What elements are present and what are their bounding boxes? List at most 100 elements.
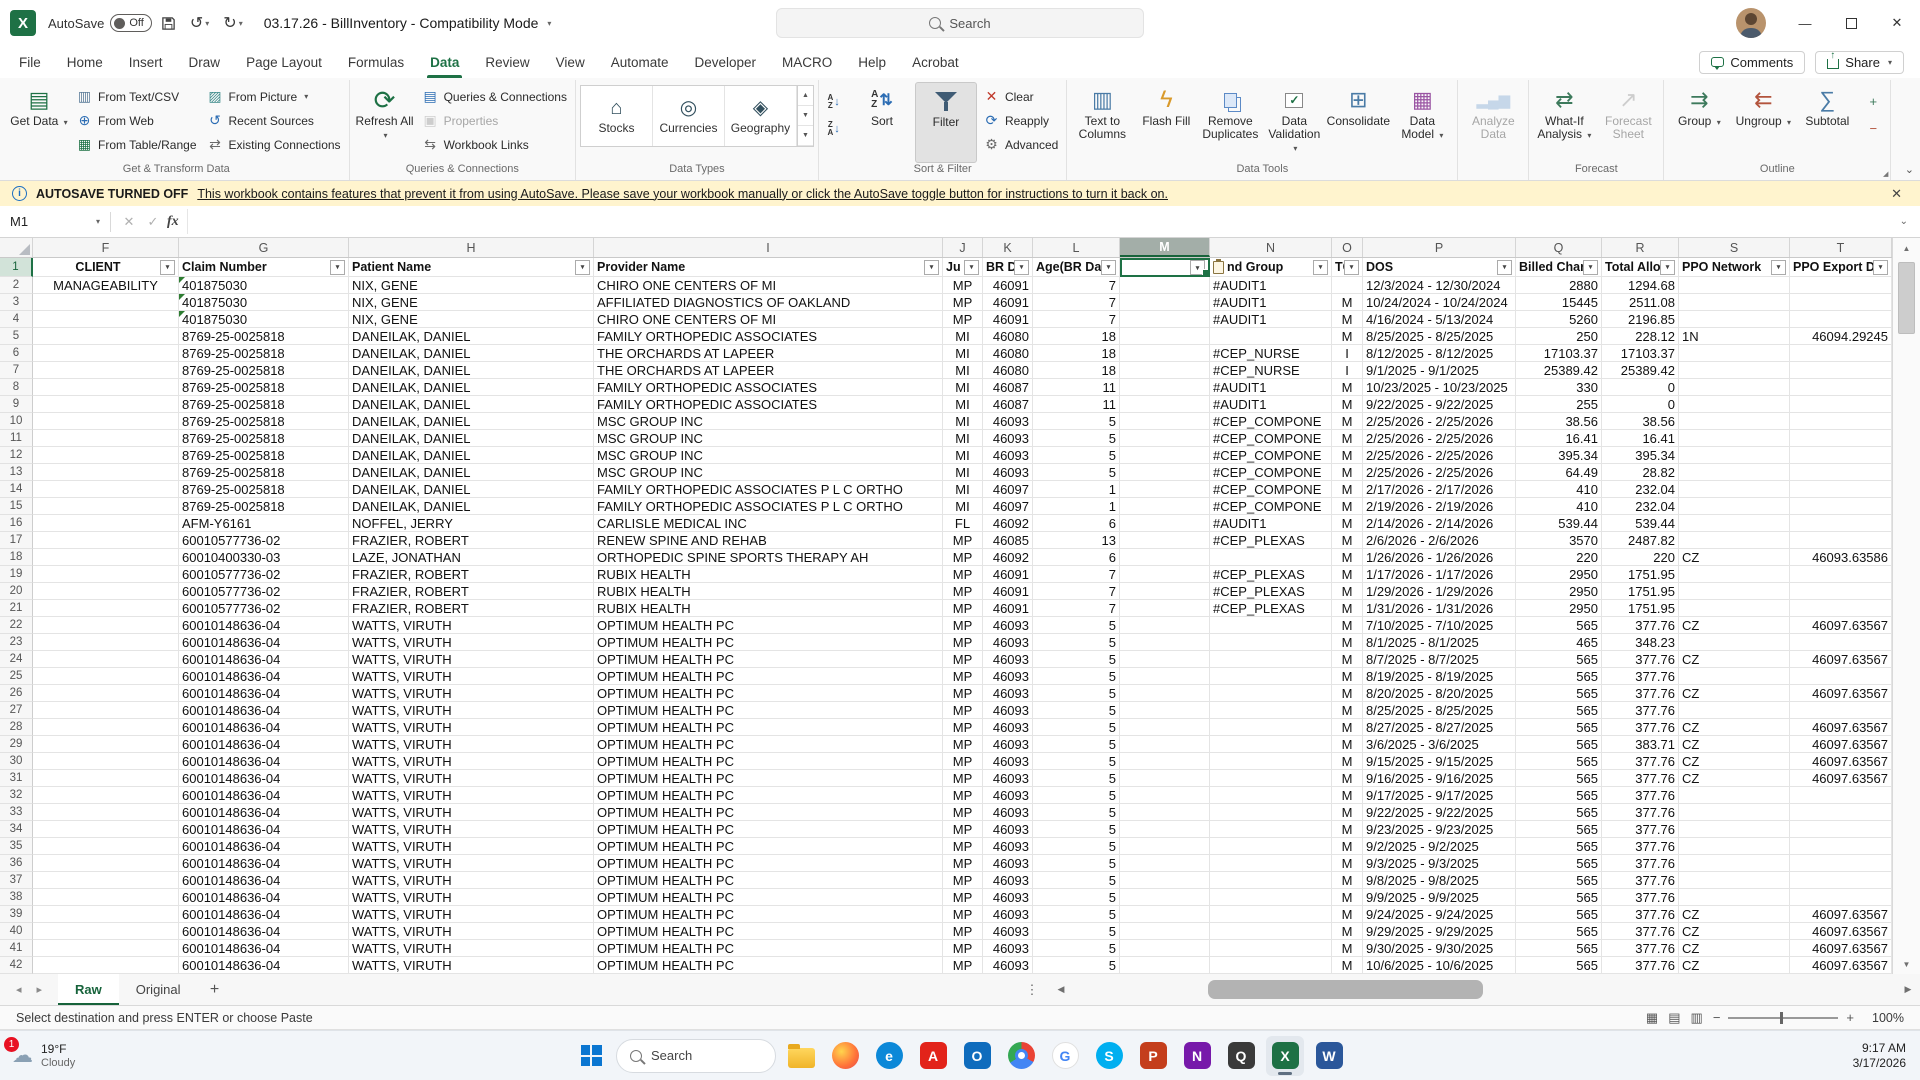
- cell-R42[interactable]: 377.76: [1602, 957, 1679, 974]
- cell-N24[interactable]: [1210, 651, 1332, 668]
- cell-K39[interactable]: 46093: [983, 906, 1033, 923]
- cell-I42[interactable]: OPTIMUM HEALTH PC: [594, 957, 943, 974]
- cell-K31[interactable]: 46093: [983, 770, 1033, 787]
- cell-R30[interactable]: 377.76: [1602, 753, 1679, 770]
- cell-R17[interactable]: 2487.82: [1602, 532, 1679, 549]
- cell-P26[interactable]: 8/20/2025 - 8/20/2025: [1363, 685, 1516, 702]
- tab-page-layout[interactable]: Page Layout: [233, 46, 335, 78]
- cell-M14[interactable]: [1120, 481, 1210, 498]
- cell-R16[interactable]: 539.44: [1602, 515, 1679, 532]
- cell-S16[interactable]: [1679, 515, 1790, 532]
- cell-Q8[interactable]: 330: [1516, 379, 1602, 396]
- cell-G40[interactable]: 60010148636-04: [179, 923, 349, 940]
- cell-T29[interactable]: 46097.63567: [1790, 736, 1892, 753]
- cell-J11[interactable]: MI: [943, 430, 983, 447]
- cell-M27[interactable]: [1120, 702, 1210, 719]
- cell-J33[interactable]: MP: [943, 804, 983, 821]
- cell-O19[interactable]: M: [1332, 566, 1363, 583]
- cell-H37[interactable]: WATTS, VIRUTH: [349, 872, 594, 889]
- cell-I2[interactable]: CHIRO ONE CENTERS OF MI: [594, 277, 943, 294]
- horizontal-scroll-track[interactable]: [1073, 974, 1896, 1005]
- sort-button[interactable]: AZ⇅Sort: [851, 82, 913, 163]
- cell-M4[interactable]: [1120, 311, 1210, 328]
- cell-L35[interactable]: 5: [1033, 838, 1120, 855]
- cell-N35[interactable]: [1210, 838, 1332, 855]
- cell-O20[interactable]: M: [1332, 583, 1363, 600]
- cell-F27[interactable]: [33, 702, 179, 719]
- cell-J42[interactable]: MP: [943, 957, 983, 974]
- cell-Q5[interactable]: 250: [1516, 328, 1602, 345]
- cell-P9[interactable]: 9/22/2025 - 9/22/2025: [1363, 396, 1516, 413]
- row-header-30[interactable]: 30: [0, 753, 33, 770]
- name-box[interactable]: M1 ▾: [0, 209, 110, 234]
- cell-L20[interactable]: 7: [1033, 583, 1120, 600]
- cell-G2[interactable]: 401875030: [179, 277, 349, 294]
- cell-L41[interactable]: 5: [1033, 940, 1120, 957]
- cell-P13[interactable]: 2/25/2026 - 2/25/2026: [1363, 464, 1516, 481]
- cell-N14[interactable]: #CEP_COMPONE: [1210, 481, 1332, 498]
- header-cell-R[interactable]: Total Allow▾: [1602, 258, 1679, 277]
- cell-I39[interactable]: OPTIMUM HEALTH PC: [594, 906, 943, 923]
- tab-draw[interactable]: Draw: [176, 46, 234, 78]
- edge-icon[interactable]: e: [870, 1036, 908, 1076]
- cell-G30[interactable]: 60010148636-04: [179, 753, 349, 770]
- cell-R35[interactable]: 377.76: [1602, 838, 1679, 855]
- cell-H26[interactable]: WATTS, VIRUTH: [349, 685, 594, 702]
- column-letter-Q[interactable]: Q: [1516, 238, 1602, 257]
- cell-G12[interactable]: 8769-25-0025818: [179, 447, 349, 464]
- cell-I7[interactable]: THE ORCHARDS AT LAPEER: [594, 362, 943, 379]
- cell-L18[interactable]: 6: [1033, 549, 1120, 566]
- cell-T7[interactable]: [1790, 362, 1892, 379]
- cell-G27[interactable]: 60010148636-04: [179, 702, 349, 719]
- cell-K40[interactable]: 46093: [983, 923, 1033, 940]
- cell-P16[interactable]: 2/14/2026 - 2/14/2026: [1363, 515, 1516, 532]
- cell-G21[interactable]: 60010577736-02: [179, 600, 349, 617]
- cell-L4[interactable]: 7: [1033, 311, 1120, 328]
- cell-R9[interactable]: 0: [1602, 396, 1679, 413]
- cell-O28[interactable]: M: [1332, 719, 1363, 736]
- row-header-22[interactable]: 22: [0, 617, 33, 634]
- refresh-all-button[interactable]: ⟳Refresh All ▾: [354, 82, 416, 163]
- cell-J14[interactable]: MI: [943, 481, 983, 498]
- vertical-scroll-track[interactable]: [1893, 258, 1920, 954]
- cell-O12[interactable]: M: [1332, 447, 1363, 464]
- cell-Q16[interactable]: 539.44: [1516, 515, 1602, 532]
- cell-H13[interactable]: DANEILAK, DANIEL: [349, 464, 594, 481]
- cell-N23[interactable]: [1210, 634, 1332, 651]
- cell-O8[interactable]: M: [1332, 379, 1363, 396]
- cell-I31[interactable]: OPTIMUM HEALTH PC: [594, 770, 943, 787]
- insert-function-button[interactable]: fx: [167, 214, 179, 230]
- group-button[interactable]: ⇉Group ▾: [1668, 82, 1730, 163]
- google-icon[interactable]: G: [1046, 1036, 1084, 1076]
- cell-S15[interactable]: [1679, 498, 1790, 515]
- cell-P24[interactable]: 8/7/2025 - 8/7/2025: [1363, 651, 1516, 668]
- cell-O13[interactable]: M: [1332, 464, 1363, 481]
- cell-T16[interactable]: [1790, 515, 1892, 532]
- cell-P39[interactable]: 9/24/2025 - 9/24/2025: [1363, 906, 1516, 923]
- row-header-42[interactable]: 42: [0, 957, 33, 974]
- cell-K42[interactable]: 46093: [983, 957, 1033, 974]
- cell-F12[interactable]: [33, 447, 179, 464]
- cell-N30[interactable]: [1210, 753, 1332, 770]
- cell-K41[interactable]: 46093: [983, 940, 1033, 957]
- row-header-14[interactable]: 14: [0, 481, 33, 498]
- cell-N10[interactable]: #CEP_COMPONE: [1210, 413, 1332, 430]
- cell-I21[interactable]: RUBIX HEALTH: [594, 600, 943, 617]
- cell-T8[interactable]: [1790, 379, 1892, 396]
- cell-H7[interactable]: DANEILAK, DANIEL: [349, 362, 594, 379]
- cell-H8[interactable]: DANEILAK, DANIEL: [349, 379, 594, 396]
- cell-R19[interactable]: 1751.95: [1602, 566, 1679, 583]
- cell-G10[interactable]: 8769-25-0025818: [179, 413, 349, 430]
- cell-I34[interactable]: OPTIMUM HEALTH PC: [594, 821, 943, 838]
- cell-K15[interactable]: 46097: [983, 498, 1033, 515]
- row-header-31[interactable]: 31: [0, 770, 33, 787]
- cell-Q33[interactable]: 565: [1516, 804, 1602, 821]
- cell-R20[interactable]: 1751.95: [1602, 583, 1679, 600]
- header-cell-H[interactable]: Patient Name▾: [349, 258, 594, 277]
- cell-S18[interactable]: CZ: [1679, 549, 1790, 566]
- row-header-12[interactable]: 12: [0, 447, 33, 464]
- cell-Q38[interactable]: 565: [1516, 889, 1602, 906]
- stocks-tile[interactable]: ⌂Stocks: [581, 86, 653, 146]
- cell-H25[interactable]: WATTS, VIRUTH: [349, 668, 594, 685]
- cell-O4[interactable]: M: [1332, 311, 1363, 328]
